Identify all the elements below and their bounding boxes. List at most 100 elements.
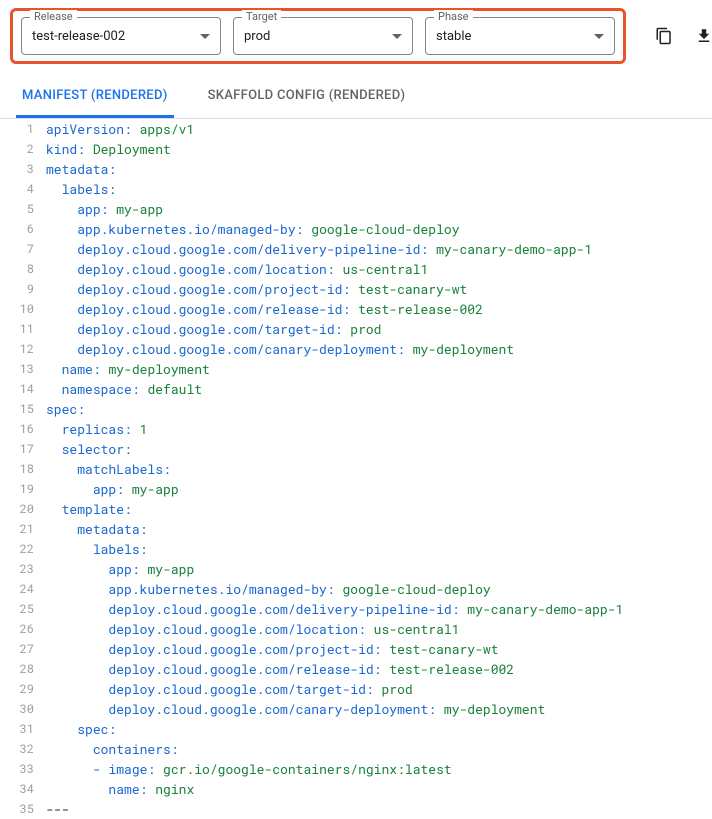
tabs: MANIFEST (RENDERED) SKAFFOLD CONFIG (REND… <box>0 76 712 119</box>
line-number: 24 <box>0 579 46 599</box>
line-number: 14 <box>0 379 46 399</box>
code-content: containers: <box>46 739 179 759</box>
line-number: 13 <box>0 359 46 379</box>
code-line: 7 deploy.cloud.google.com/delivery-pipel… <box>0 239 712 259</box>
line-number: 9 <box>0 279 46 299</box>
code-content: deploy.cloud.google.com/location: us-cen… <box>46 619 460 639</box>
chevron-down-icon <box>392 34 402 39</box>
line-number: 10 <box>0 299 46 319</box>
code-content: deploy.cloud.google.com/canary-deploymen… <box>46 699 545 719</box>
code-content: deploy.cloud.google.com/location: us-cen… <box>46 259 428 279</box>
tab-0[interactable]: MANIFEST (RENDERED) <box>16 76 174 118</box>
code-content: deploy.cloud.google.com/target-id: prod <box>46 319 382 339</box>
code-line: 13 name: my-deployment <box>0 359 712 379</box>
selector-highlight: Release test-release-002 Target prod Pha… <box>10 8 626 64</box>
code-line: 27 deploy.cloud.google.com/project-id: t… <box>0 639 712 659</box>
code-content: matchLabels: <box>46 459 171 479</box>
code-content: labels: <box>46 179 116 199</box>
code-content: app: my-app <box>46 479 179 499</box>
phase-select-value: stable <box>436 29 594 44</box>
action-icons <box>654 26 712 46</box>
code-content: app.kubernetes.io/managed-by: google-clo… <box>46 219 460 239</box>
line-number: 31 <box>0 719 46 739</box>
target-select[interactable]: Target prod <box>233 17 413 55</box>
line-number: 19 <box>0 479 46 499</box>
code-line: 19 app: my-app <box>0 479 712 499</box>
code-content: deploy.cloud.google.com/project-id: test… <box>46 279 467 299</box>
phase-select-label: Phase <box>434 10 473 23</box>
line-number: 1 <box>0 119 46 139</box>
line-number: 33 <box>0 759 46 779</box>
line-number: 12 <box>0 339 46 359</box>
code-line: 3metadata: <box>0 159 712 179</box>
line-number: 32 <box>0 739 46 759</box>
code-content: deploy.cloud.google.com/delivery-pipelin… <box>46 239 592 259</box>
release-select-label: Release <box>30 10 77 23</box>
line-number: 15 <box>0 399 46 419</box>
code-line: 20 template: <box>0 499 712 519</box>
code-content: deploy.cloud.google.com/canary-deploymen… <box>46 339 514 359</box>
code-content: spec: <box>46 399 85 419</box>
code-line: 1apiVersion: apps/v1 <box>0 119 712 139</box>
line-number: 28 <box>0 659 46 679</box>
code-line: 31 spec: <box>0 719 712 739</box>
code-content: kind: Deployment <box>46 139 171 159</box>
code-content: name: my-deployment <box>46 359 210 379</box>
line-number: 35 <box>0 799 46 819</box>
code-content: spec: <box>46 719 116 739</box>
code-line: 12 deploy.cloud.google.com/canary-deploy… <box>0 339 712 359</box>
code-editor[interactable]: 1apiVersion: apps/v12kind: Deployment3me… <box>0 119 712 819</box>
code-line: 29 deploy.cloud.google.com/target-id: pr… <box>0 679 712 699</box>
code-content: - image: gcr.io/google-containers/nginx:… <box>46 759 452 779</box>
code-content: selector: <box>46 439 132 459</box>
code-line: 35--- <box>0 799 712 819</box>
download-button[interactable] <box>694 26 712 46</box>
code-line: 30 deploy.cloud.google.com/canary-deploy… <box>0 699 712 719</box>
code-line: 28 deploy.cloud.google.com/release-id: t… <box>0 659 712 679</box>
code-line: 5 app: my-app <box>0 199 712 219</box>
line-number: 27 <box>0 639 46 659</box>
line-number: 2 <box>0 139 46 159</box>
line-number: 29 <box>0 679 46 699</box>
code-line: 33 - image: gcr.io/google-containers/ngi… <box>0 759 712 779</box>
phase-select[interactable]: Phase stable <box>425 17 615 55</box>
download-icon <box>695 27 712 45</box>
code-line: 32 containers: <box>0 739 712 759</box>
release-select-value: test-release-002 <box>32 29 200 44</box>
tab-1[interactable]: SKAFFOLD CONFIG (RENDERED) <box>202 76 412 118</box>
code-line: 16 replicas: 1 <box>0 419 712 439</box>
code-content: app: my-app <box>46 559 194 579</box>
code-line: 8 deploy.cloud.google.com/location: us-c… <box>0 259 712 279</box>
code-line: 26 deploy.cloud.google.com/location: us-… <box>0 619 712 639</box>
code-line: 10 deploy.cloud.google.com/release-id: t… <box>0 299 712 319</box>
code-content: apiVersion: apps/v1 <box>46 119 194 139</box>
code-content: deploy.cloud.google.com/release-id: test… <box>46 659 514 679</box>
code-content: namespace: default <box>46 379 202 399</box>
line-number: 3 <box>0 159 46 179</box>
line-number: 6 <box>0 219 46 239</box>
line-number: 30 <box>0 699 46 719</box>
code-line: 21 metadata: <box>0 519 712 539</box>
line-number: 21 <box>0 519 46 539</box>
code-line: 11 deploy.cloud.google.com/target-id: pr… <box>0 319 712 339</box>
code-line: 6 app.kubernetes.io/managed-by: google-c… <box>0 219 712 239</box>
line-number: 22 <box>0 539 46 559</box>
code-content: deploy.cloud.google.com/delivery-pipelin… <box>46 599 623 619</box>
line-number: 18 <box>0 459 46 479</box>
code-line: 22 labels: <box>0 539 712 559</box>
chevron-down-icon <box>200 34 210 39</box>
code-line: 4 labels: <box>0 179 712 199</box>
line-number: 17 <box>0 439 46 459</box>
line-number: 5 <box>0 199 46 219</box>
code-content: deploy.cloud.google.com/target-id: prod <box>46 679 413 699</box>
code-line: 2kind: Deployment <box>0 139 712 159</box>
copy-button[interactable] <box>654 26 674 46</box>
release-select[interactable]: Release test-release-002 <box>21 17 221 55</box>
code-content: --- <box>46 799 69 819</box>
code-content: template: <box>46 499 132 519</box>
line-number: 34 <box>0 779 46 799</box>
line-number: 16 <box>0 419 46 439</box>
code-content: replicas: 1 <box>46 419 147 439</box>
target-select-value: prod <box>244 29 392 44</box>
code-line: 15spec: <box>0 399 712 419</box>
